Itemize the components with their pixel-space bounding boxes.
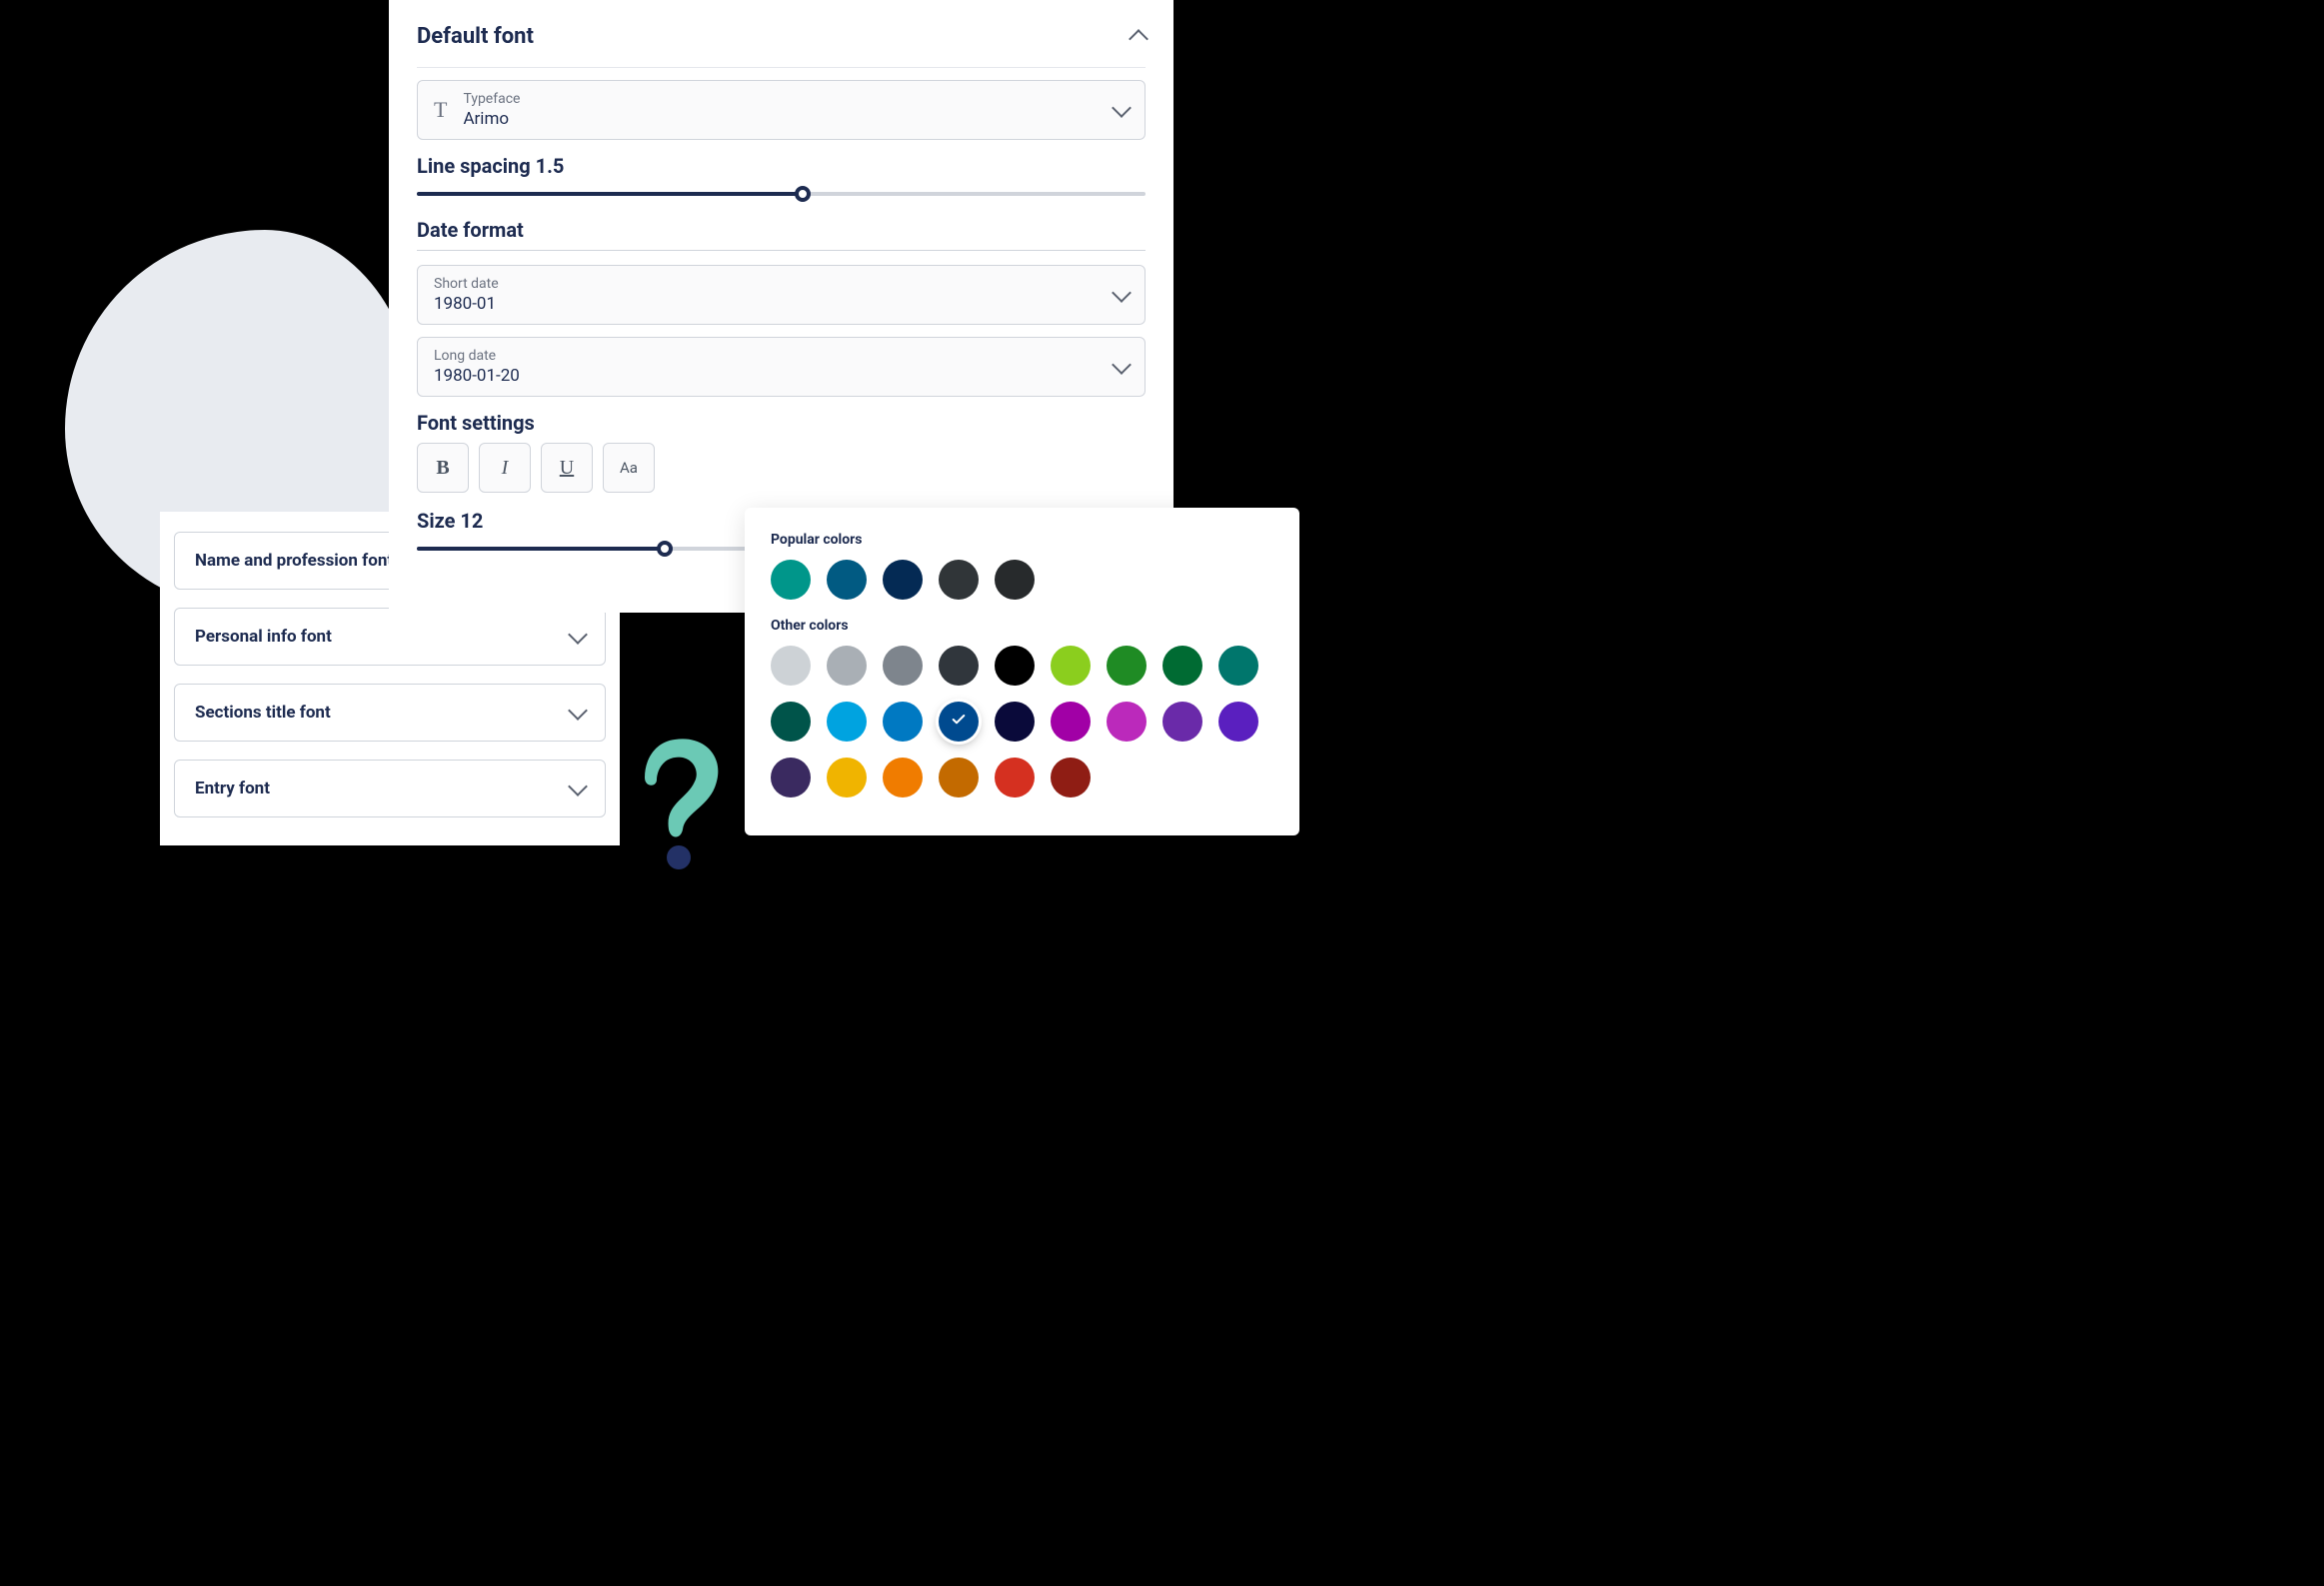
- accordion-item-label: Name and profession font: [195, 551, 393, 571]
- color-swatch[interactable]: [771, 560, 811, 600]
- color-swatch[interactable]: [827, 702, 867, 742]
- divider: [417, 250, 1146, 251]
- color-swatch[interactable]: [939, 560, 979, 600]
- font-settings-title: Font settings: [417, 411, 1146, 435]
- case-button[interactable]: Aa: [603, 443, 655, 493]
- size-slider[interactable]: [417, 547, 747, 551]
- color-swatch[interactable]: [883, 646, 923, 686]
- long-date-value: 1980-01-20: [434, 366, 520, 386]
- chevron-down-icon: [1112, 98, 1132, 118]
- accordion-personal-info[interactable]: Personal info font: [174, 608, 606, 666]
- color-swatch[interactable]: [939, 758, 979, 797]
- other-colors-row: [771, 646, 1273, 797]
- slider-fill: [417, 192, 803, 196]
- check-icon: [951, 712, 967, 733]
- line-spacing-value: 1.5: [536, 154, 565, 178]
- color-swatch[interactable]: [939, 646, 979, 686]
- color-swatch[interactable]: [827, 560, 867, 600]
- line-spacing-label: Line spacing 1.5: [417, 154, 1146, 178]
- short-date-label: Short date: [434, 276, 499, 292]
- color-swatch[interactable]: [1107, 646, 1147, 686]
- color-swatch[interactable]: [995, 646, 1035, 686]
- divider: [417, 67, 1146, 68]
- date-format-title: Date format: [417, 218, 1146, 242]
- underline-button[interactable]: U: [541, 443, 593, 493]
- typeface-value: Arimo: [463, 109, 520, 129]
- slider-fill: [417, 547, 665, 551]
- long-date-select[interactable]: Long date 1980-01-20: [417, 337, 1146, 397]
- size-label-text: Size: [417, 509, 455, 533]
- chevron-down-icon: [568, 777, 588, 796]
- default-font-title: Default font: [417, 24, 534, 49]
- color-swatch[interactable]: [995, 758, 1035, 797]
- color-swatch[interactable]: [771, 646, 811, 686]
- chevron-down-icon: [568, 625, 588, 645]
- chevron-down-icon: [568, 701, 588, 721]
- accordion-entry-font[interactable]: Entry font: [174, 760, 606, 817]
- color-swatch[interactable]: [995, 702, 1035, 742]
- chevron-up-icon[interactable]: [1129, 29, 1149, 49]
- color-swatch[interactable]: [771, 758, 811, 797]
- line-spacing-slider[interactable]: [417, 192, 1146, 196]
- long-date-label: Long date: [434, 348, 520, 364]
- color-swatch[interactable]: [883, 560, 923, 600]
- slider-thumb[interactable]: [657, 541, 673, 557]
- color-swatch[interactable]: [1218, 702, 1258, 742]
- typeface-label: Typeface: [463, 91, 520, 107]
- slider-thumb[interactable]: [795, 186, 811, 202]
- accordion-item-label: Sections title font: [195, 703, 331, 723]
- color-swatch[interactable]: [1051, 758, 1091, 797]
- color-swatch[interactable]: [939, 702, 979, 742]
- short-date-select[interactable]: Short date 1980-01: [417, 265, 1146, 325]
- color-swatch[interactable]: [995, 560, 1035, 600]
- accordion-item-label: Entry font: [195, 779, 270, 798]
- italic-button[interactable]: I: [479, 443, 531, 493]
- bold-button[interactable]: B: [417, 443, 469, 493]
- other-colors-title: Other colors: [771, 618, 1273, 634]
- color-swatch[interactable]: [1107, 702, 1147, 742]
- color-swatch[interactable]: [1051, 702, 1091, 742]
- size-value: 12: [460, 509, 483, 533]
- chevron-down-icon: [1112, 283, 1132, 303]
- short-date-value: 1980-01: [434, 294, 499, 314]
- decorative-question-mark: [635, 730, 730, 873]
- color-swatch[interactable]: [1051, 646, 1091, 686]
- popular-colors-title: Popular colors: [771, 532, 1273, 548]
- color-swatch[interactable]: [1218, 646, 1258, 686]
- chevron-down-icon: [1112, 355, 1132, 375]
- color-picker-panel: Popular colors Other colors: [745, 508, 1299, 835]
- color-swatch[interactable]: [1162, 646, 1202, 686]
- accordion-item-label: Personal info font: [195, 627, 332, 647]
- line-spacing-label-text: Line spacing: [417, 154, 531, 178]
- color-swatch[interactable]: [883, 702, 923, 742]
- typeface-select[interactable]: T Typeface Arimo: [417, 80, 1146, 140]
- color-swatch[interactable]: [827, 758, 867, 797]
- color-swatch[interactable]: [827, 646, 867, 686]
- popular-colors-row: [771, 560, 1273, 600]
- color-swatch[interactable]: [771, 702, 811, 742]
- color-swatch[interactable]: [883, 758, 923, 797]
- accordion-sections-title[interactable]: Sections title font: [174, 684, 606, 742]
- typeface-icon: T: [434, 97, 447, 123]
- color-swatch[interactable]: [1162, 702, 1202, 742]
